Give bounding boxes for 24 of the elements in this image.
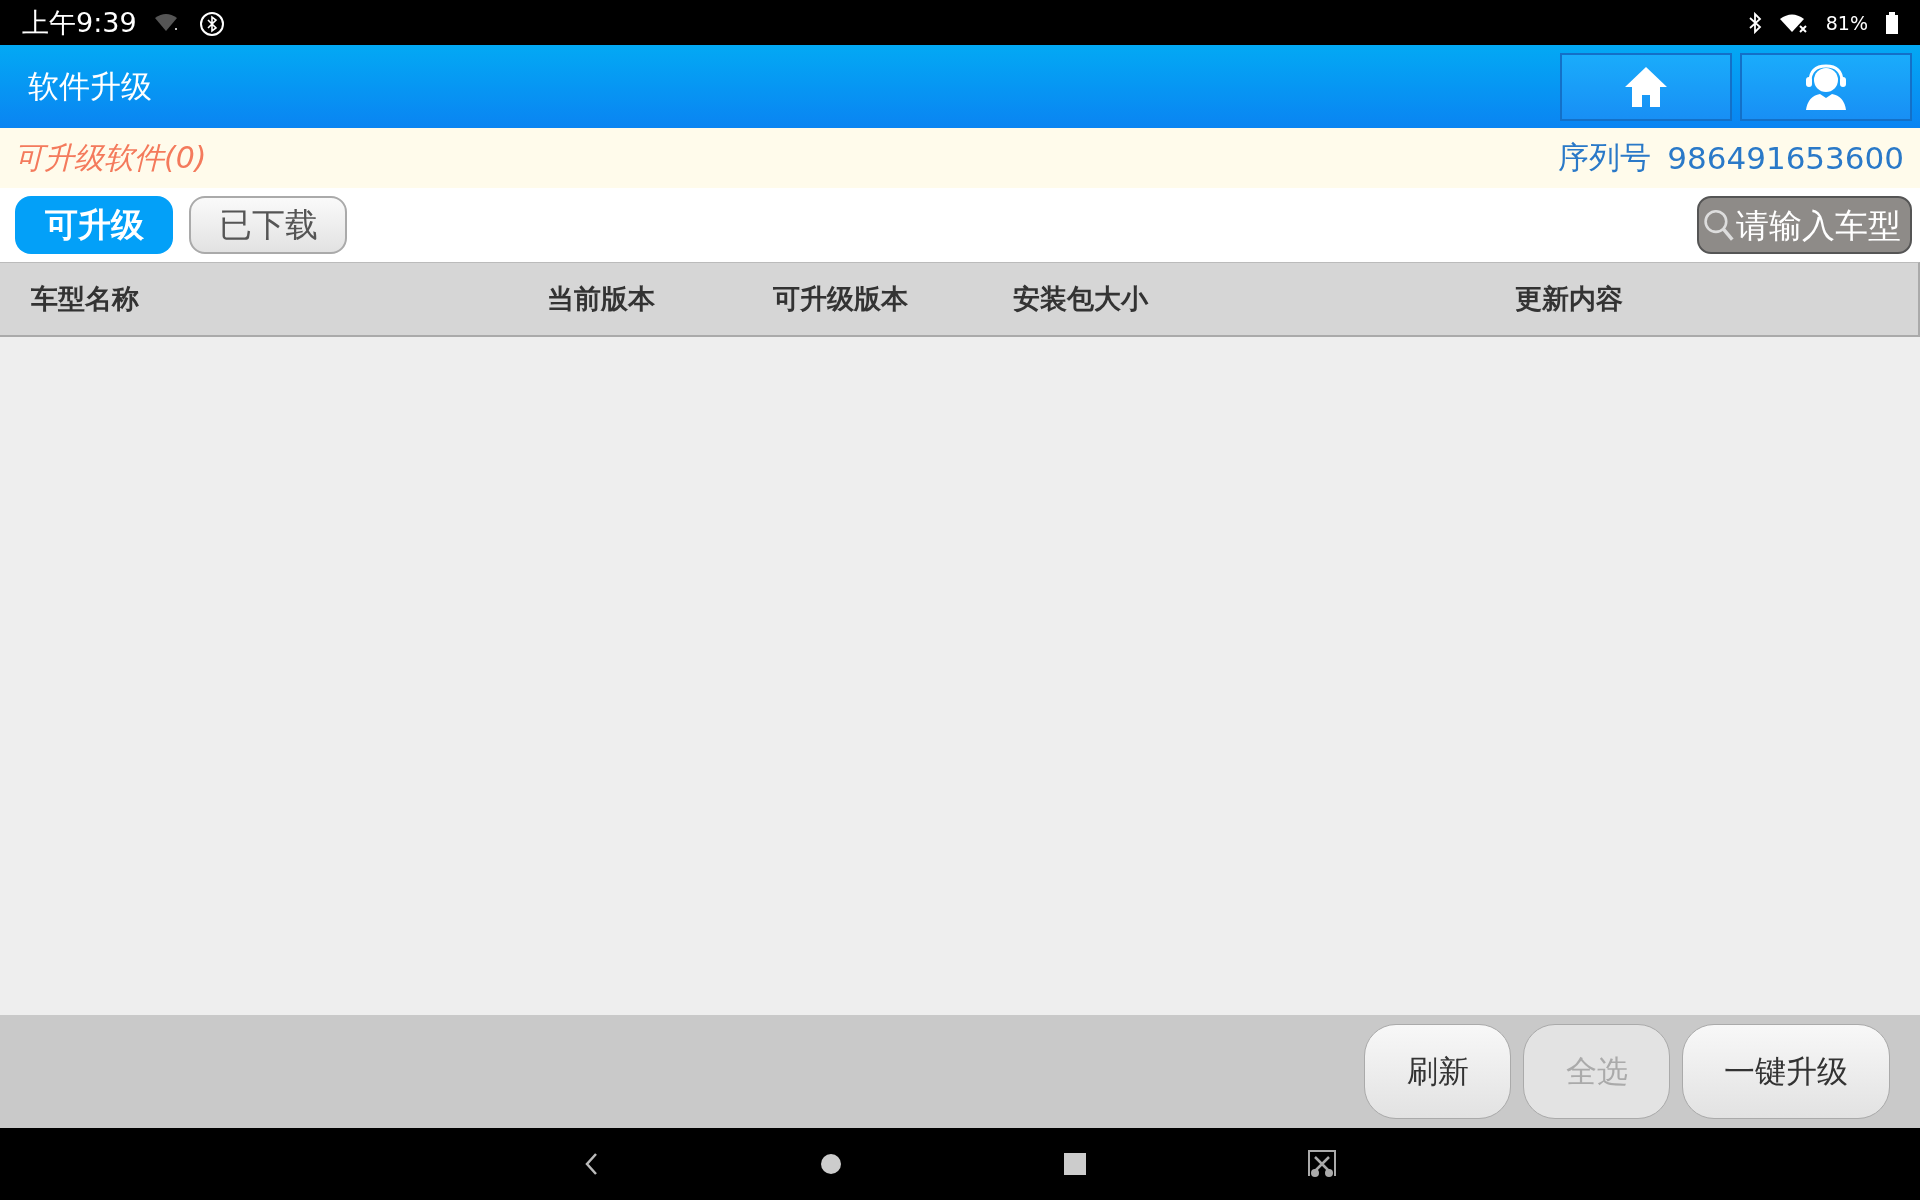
status-time: 上午9:39 <box>22 5 137 40</box>
serial-number: 986491653600 <box>1667 140 1904 176</box>
home-circle-icon[interactable] <box>820 1153 842 1175</box>
battery-icon <box>1886 11 1898 34</box>
action-button[interactable]: 刷新 <box>1364 1024 1511 1119</box>
support-button[interactable] <box>1740 52 1912 121</box>
tab[interactable]: 已下载 <box>189 196 347 254</box>
column-header: 当前版本 <box>547 282 656 316</box>
column-header: 安装包大小 <box>1013 282 1150 316</box>
page-title: 软件升级 <box>28 66 153 106</box>
home-button[interactable] <box>1560 52 1732 121</box>
serial-label: 序列号 <box>1558 138 1652 177</box>
column-header: 更新内容 <box>1514 282 1623 316</box>
action-button[interactable]: 一键升级 <box>1682 1024 1890 1119</box>
bluetooth-icon <box>1747 11 1762 34</box>
column-header: 可升级版本 <box>773 282 909 316</box>
home-icon <box>1625 66 1667 107</box>
upgradable-count: 可升级软件(0) <box>14 138 208 177</box>
back-icon[interactable] <box>584 1152 598 1176</box>
wifi-off-icon <box>1779 12 1808 33</box>
battery-percentage: 81% <box>1825 11 1868 34</box>
column-header: 车型名称 <box>31 282 140 316</box>
screenshot-icon[interactable] <box>1308 1150 1336 1178</box>
search-field[interactable]: 请输入车型 <box>1697 196 1912 254</box>
